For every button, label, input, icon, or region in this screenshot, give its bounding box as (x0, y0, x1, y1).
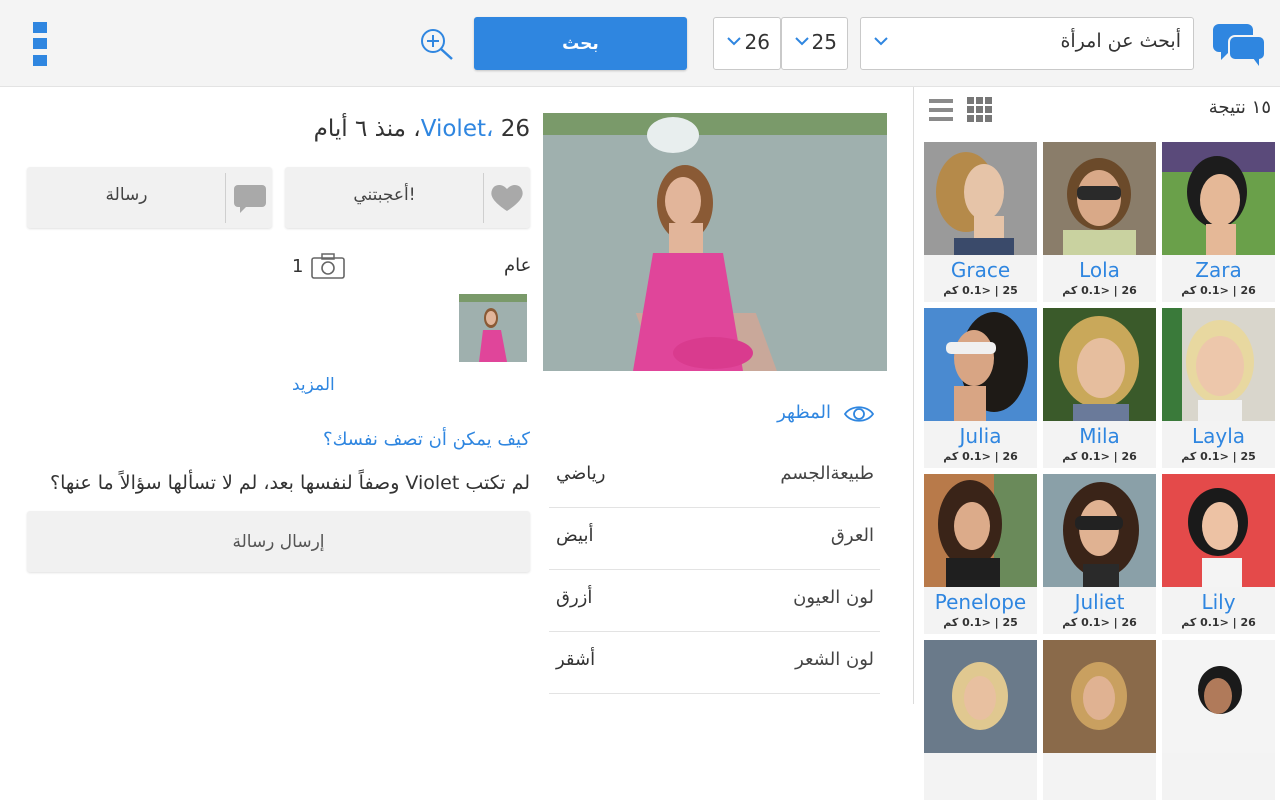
attribute-value: أشقر (556, 649, 596, 670)
profile-card[interactable]: Penelope 25 | <0.1 كم (924, 474, 1037, 634)
card-name: Grace (950, 258, 1011, 282)
profile-name[interactable]: Violet (421, 116, 486, 142)
attribute-key: العرق (830, 525, 874, 546)
age-from-select[interactable]: 25 (781, 17, 848, 70)
attribute-value: أزرق (556, 587, 593, 608)
card-info: 25 | <0.1 كم (1181, 450, 1256, 463)
card-name: Penelope (934, 590, 1027, 614)
card-info: 26 | <0.1 كم (1062, 284, 1137, 297)
profile-card[interactable]: Layla 25 | <0.1 كم (1162, 308, 1275, 468)
profile-card[interactable]: Lola 26 | <0.1 كم (1043, 142, 1156, 302)
results-panel: ١٥ نتيجة Zara 26 | <0.1 كم Lola 26 | <0.… (913, 87, 1280, 800)
send-message-button[interactable]: إرسال رسالة (27, 511, 530, 572)
appearance-heading: المظهر (777, 402, 831, 423)
card-name: Lola (1079, 258, 1120, 282)
age-to-value: 26 (744, 30, 770, 54)
card-name: Lily (1201, 590, 1236, 614)
seeking-select[interactable]: أبحث عن امرأة (860, 17, 1194, 70)
attribute-value: أبيض (556, 525, 594, 546)
card-info: 26 | <0.1 كم (943, 450, 1018, 463)
list-view-icon[interactable] (929, 98, 953, 122)
profile-card[interactable]: Mila 26 | <0.1 كم (1043, 308, 1156, 468)
photo-count: 1 (292, 256, 304, 277)
speech-bubble-icon (225, 173, 272, 223)
profile-card[interactable]: Grace 25 | <0.1 كم (924, 142, 1037, 302)
profile-card[interactable]: Lily 26 | <0.1 كم (1162, 474, 1275, 634)
camera-icon (311, 253, 345, 279)
card-info: 25 | <0.1 كم (943, 616, 1018, 629)
message-label: رسالة (105, 185, 148, 205)
card-info: 26 | <0.1 كم (1181, 616, 1256, 629)
attribute-key: لون العيون (793, 587, 874, 608)
profile-main-photo[interactable] (543, 113, 887, 371)
heart-icon (483, 173, 530, 223)
card-name: Mila (1079, 424, 1120, 448)
profile-card[interactable]: Juliet 26 | <0.1 كم (1043, 474, 1156, 634)
attribute-key: لون الشعر (795, 649, 874, 670)
card-name: Layla (1191, 424, 1246, 448)
seeking-value: أبحث عن امرأة (1060, 30, 1181, 52)
grid-view-icon[interactable] (967, 97, 993, 123)
album-thumbnail[interactable] (459, 294, 527, 362)
chevron-down-icon (727, 37, 741, 46)
age-from-value: 25 (811, 30, 837, 54)
profile-card[interactable] (1043, 640, 1156, 800)
card-name: Julia (959, 424, 1002, 448)
public-album-label: عام (504, 255, 532, 276)
attribute-row: لون الشعر أشقر (549, 631, 880, 694)
top-bar: بحث 26 25 أبحث عن امرأة (0, 0, 1280, 87)
attribute-row: العرق أبيض (549, 507, 880, 570)
like-label: أعجبتني! (353, 185, 416, 205)
card-name: Zara (1195, 258, 1242, 282)
card-info: 26 | <0.1 كم (1062, 450, 1137, 463)
attribute-row: لون العيون أزرق (549, 569, 880, 632)
search-button[interactable]: بحث (474, 17, 687, 70)
card-name: Juliet (1074, 590, 1125, 614)
card-info: 26 | <0.1 كم (1062, 616, 1137, 629)
self-description-text: لم تكتب Violet وصفاً لنفسها بعد، لم لا ت… (50, 472, 530, 494)
chat-icon[interactable] (1213, 22, 1267, 68)
menu-icon[interactable] (33, 22, 47, 66)
profile-card[interactable] (1162, 640, 1275, 800)
eye-icon (843, 403, 875, 425)
like-button[interactable]: أعجبتني! (285, 167, 530, 228)
more-link[interactable]: المزيد (292, 375, 335, 395)
chevron-down-icon (874, 37, 888, 46)
profile-card[interactable]: Julia 26 | <0.1 كم (924, 308, 1037, 468)
attribute-value: رياضي (556, 463, 606, 484)
age-to-select[interactable]: 26 (713, 17, 781, 70)
results-count: ١٥ نتيجة (1208, 97, 1271, 118)
message-button[interactable]: رسالة (27, 167, 272, 228)
profile-card[interactable]: Zara 26 | <0.1 كم (1162, 142, 1275, 302)
card-info: 26 | <0.1 كم (1181, 284, 1256, 297)
zoom-in-icon[interactable] (418, 27, 456, 61)
chevron-down-icon (795, 37, 809, 46)
profile-title: Violet، 26، منذ ٦ أيام (314, 116, 530, 142)
profile-card[interactable] (924, 640, 1037, 800)
self-description-question[interactable]: كيف يمكن أن تصف نفسك؟ (323, 429, 530, 450)
attribute-key: طبيعةالجسم (780, 463, 874, 484)
profile-name-separator: ، (485, 116, 501, 142)
attribute-row: طبيعةالجسم رياضي (549, 445, 880, 508)
card-info: 25 | <0.1 كم (943, 284, 1018, 297)
